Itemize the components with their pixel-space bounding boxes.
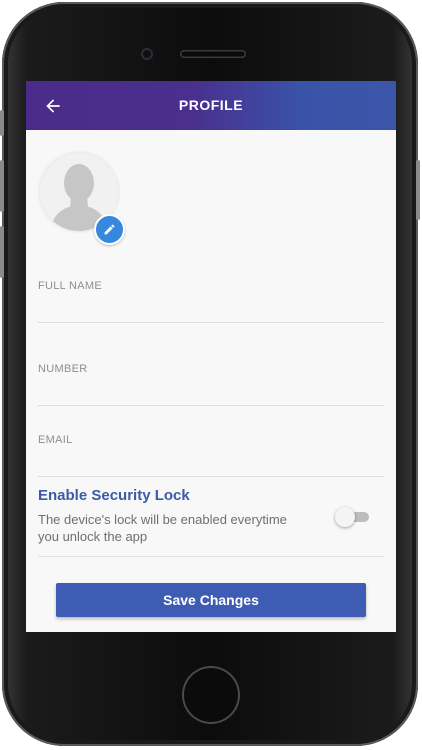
security-lock-toggle[interactable] — [335, 507, 373, 527]
mute-switch — [0, 110, 4, 136]
email-label: EMAIL — [38, 434, 73, 446]
front-camera — [141, 48, 153, 60]
save-changes-button[interactable]: Save Changes — [56, 583, 366, 617]
volume-up-button — [0, 160, 4, 212]
edit-avatar-button[interactable] — [94, 214, 125, 245]
full-name-label: FULL NAME — [38, 280, 103, 292]
security-lock-description: The device's lock will be enabled everyt… — [38, 512, 287, 544]
email-field[interactable]: EMAIL — [38, 434, 384, 477]
pencil-icon — [104, 224, 115, 235]
number-field[interactable]: NUMBER — [38, 363, 384, 406]
full-name-field[interactable]: FULL NAME — [38, 280, 384, 323]
app-screen: PROFILE FULL NAME NUMBER EMAIL Enable Se… — [26, 81, 396, 632]
app-bar: PROFILE — [26, 81, 396, 130]
home-button[interactable] — [182, 666, 240, 724]
toggle-thumb — [335, 507, 355, 527]
security-lock-title: Enable Security Lock — [38, 487, 190, 504]
page-title: PROFILE — [178, 97, 244, 113]
divider — [38, 556, 384, 557]
power-button — [416, 160, 420, 220]
earpiece-speaker — [180, 50, 246, 58]
number-label: NUMBER — [38, 363, 88, 375]
volume-down-button — [0, 226, 4, 278]
